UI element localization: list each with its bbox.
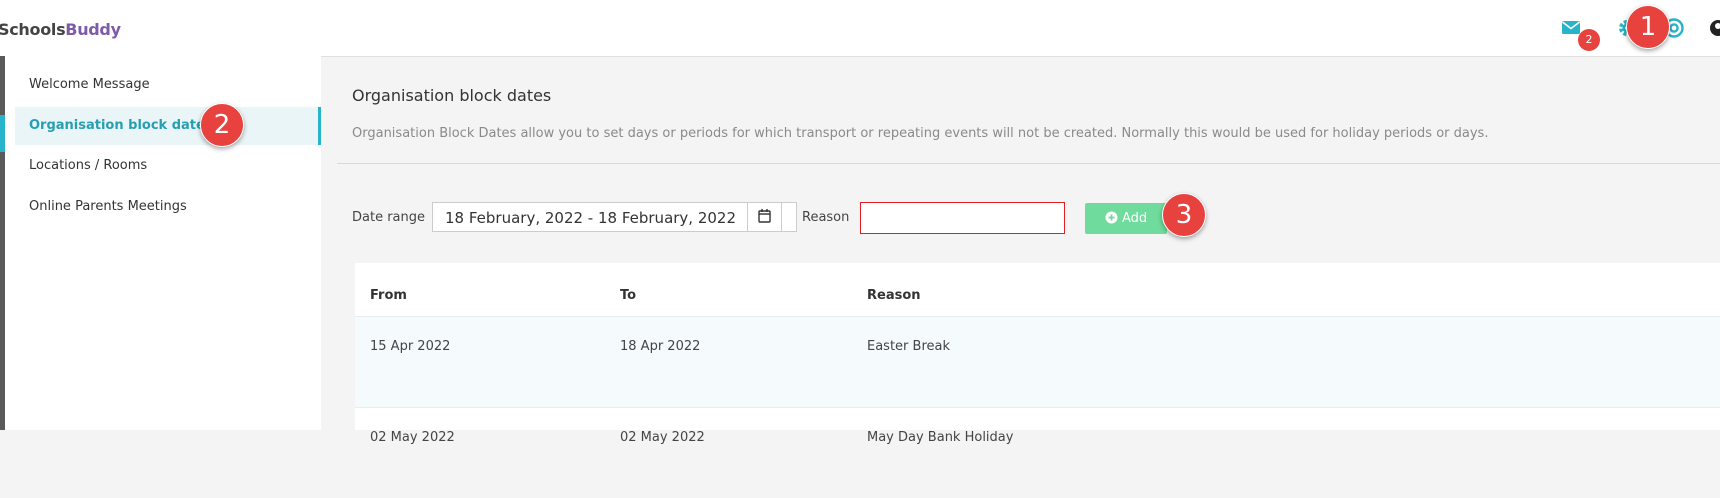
cell-to: 18 Apr 2022 [620, 339, 701, 354]
sidebar-item-label: Locations / Rooms [29, 158, 148, 173]
table-row[interactable]: 02 May 2022 02 May 2022 May Day Bank Hol… [355, 408, 1720, 498]
page-description: Organisation Block Dates allow you to se… [352, 126, 1489, 141]
callout-marker-3: 3 [1162, 193, 1206, 237]
page-title: Organisation block dates [352, 86, 552, 105]
add-button-label: Add [1121, 211, 1148, 226]
divider [337, 163, 1720, 164]
block-dates-table: From To Reason 15 Apr 2022 18 Apr 2022 E… [355, 263, 1720, 445]
top-bar: SchoolsBuddy 2 [0, 0, 1720, 57]
cell-reason: Easter Break [867, 339, 950, 354]
table-row[interactable]: 15 Apr 2022 18 Apr 2022 Easter Break [355, 316, 1720, 408]
column-header-reason: Reason [867, 288, 921, 303]
callout-marker-1: 1 [1626, 5, 1670, 49]
sidebar-item-label: Organisation block dates [29, 118, 213, 133]
sidebar: Welcome Message Organisation block dates… [5, 56, 321, 430]
reason-label: Reason [802, 210, 850, 225]
sidebar-item-label: Online Parents Meetings [29, 199, 187, 214]
column-header-to: To [620, 288, 637, 303]
column-header-from: From [370, 288, 407, 303]
date-range-label: Date range [352, 210, 426, 225]
app-logo[interactable]: SchoolsBuddy [0, 20, 121, 39]
calendar-icon [748, 209, 781, 235]
callout-marker-2: 2 [200, 103, 244, 147]
date-range-input[interactable]: 18 February, 2022 - 18 February, 2022 [432, 202, 797, 232]
plus-circle-icon [1105, 211, 1122, 226]
logo-text-buddy: Buddy [65, 20, 121, 39]
sidebar-item-online-parents-meetings[interactable]: Online Parents Meetings [15, 188, 321, 226]
calendar-button[interactable] [747, 202, 782, 232]
logo-text-schools: Schools [0, 20, 66, 39]
sidebar-item-locations-rooms[interactable]: Locations / Rooms [15, 147, 321, 185]
sidebar-item-organisation-block-dates[interactable]: Organisation block dates [15, 107, 321, 145]
sidebar-item-welcome-message[interactable]: Welcome Message [15, 66, 321, 104]
user-icon[interactable] [1706, 16, 1720, 40]
cell-to: 02 May 2022 [620, 430, 705, 445]
cell-reason: May Day Bank Holiday [867, 430, 1014, 445]
reason-input[interactable] [860, 202, 1065, 234]
main-content: Organisation block dates Organisation Bl… [337, 56, 1720, 445]
sidebar-item-label: Welcome Message [29, 77, 150, 92]
add-button[interactable]: Add [1085, 203, 1167, 234]
mail-count-badge: 2 [1578, 29, 1600, 51]
cell-from: 02 May 2022 [370, 430, 455, 445]
cell-from: 15 Apr 2022 [370, 339, 451, 354]
